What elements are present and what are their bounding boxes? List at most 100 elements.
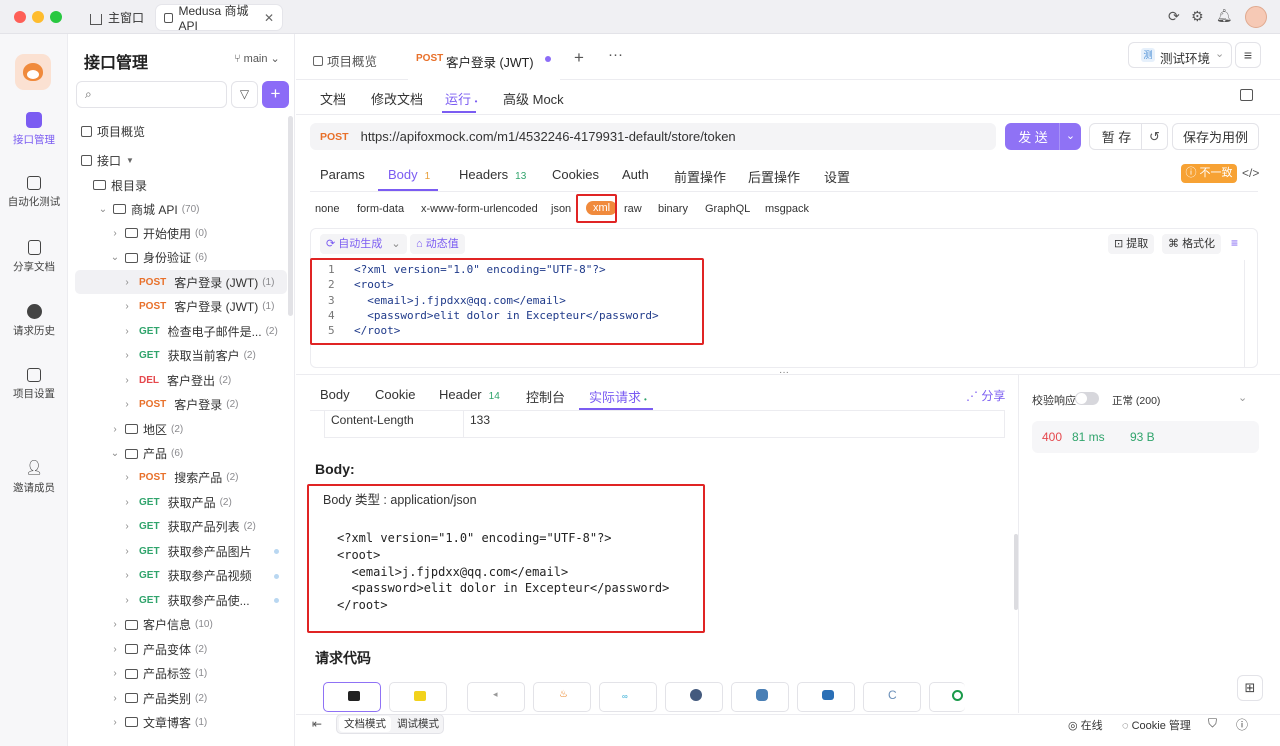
auto-generate-button[interactable]: ⟳ 自动生成 ⌄: [320, 234, 407, 254]
more-icon[interactable]: ···: [608, 46, 623, 63]
share-button[interactable]: ⋰ 分享: [966, 387, 1005, 404]
request-url[interactable]: https://apifoxmock.com/m1/4532246-417993…: [361, 129, 736, 144]
normal-status-label[interactable]: 正常 (200): [1112, 393, 1160, 408]
minimize-window-button[interactable]: [32, 11, 44, 23]
tree-folder[interactable]: › 文章博客 (1): [75, 710, 287, 734]
lang-shell[interactable]: [323, 682, 381, 712]
tab-active-request[interactable]: POST 客户登录 (JWT): [408, 43, 560, 80]
sidebar-item-interfaces[interactable]: 接口 ▼: [75, 148, 287, 172]
layout-toggle-icon[interactable]: [1240, 89, 1253, 101]
request-method[interactable]: POST: [320, 131, 349, 143]
param-tab-headers[interactable]: Headers 13: [459, 167, 526, 182]
subtab-run[interactable]: 运行 •: [445, 89, 477, 108]
debug-mode-button[interactable]: 调试模式: [393, 716, 443, 732]
extract-button[interactable]: ⊡ 提取: [1108, 234, 1155, 254]
tree-folder[interactable]: ⌄ 商城 API (70): [75, 197, 287, 221]
refresh-icon[interactable]: ⟳: [1168, 8, 1180, 25]
bell-icon[interactable]: 🔔︎: [1216, 8, 1233, 24]
lang-c[interactable]: [665, 682, 723, 712]
collapse-sidebar-icon[interactable]: ⇤: [312, 717, 322, 731]
sidebar-item-overview[interactable]: 项目概览: [75, 119, 287, 143]
env-selector[interactable]: 测 测试环境 ⌄: [1128, 42, 1232, 68]
tab-project-overview[interactable]: 项目概览: [313, 51, 377, 70]
send-button[interactable]: 发 送 ⌄: [1005, 123, 1081, 150]
send-dropdown-icon[interactable]: ⌄: [1059, 123, 1081, 150]
validate-toggle[interactable]: [1075, 392, 1099, 405]
add-button[interactable]: +: [262, 81, 289, 108]
branch-selector[interactable]: ⑂ main ⌄: [234, 52, 280, 65]
rail-item-api[interactable]: 接口管理: [0, 112, 68, 147]
param-tab-params[interactable]: Params: [320, 167, 365, 182]
tree-api-item[interactable]: › DEL 客户登出 (2): [75, 368, 287, 392]
rail-item-settings[interactable]: 项目设置: [0, 368, 68, 401]
filter-button[interactable]: ▽: [231, 81, 258, 108]
shirt-icon[interactable]: ⛉: [1208, 716, 1217, 731]
tree-folder[interactable]: ⌄ 身份验证 (6): [75, 246, 287, 270]
content-type-form-data[interactable]: form-data: [357, 203, 404, 215]
tree-api-item[interactable]: › POST 搜索产品 (2): [75, 466, 287, 490]
save-case-button[interactable]: 保存为用例: [1172, 123, 1259, 150]
close-icon[interactable]: ✕: [264, 11, 274, 25]
chevron-right-icon[interactable]: ›: [109, 644, 121, 655]
content-type-binary[interactable]: binary: [658, 203, 688, 215]
sidebar-scrollbar[interactable]: [288, 116, 293, 316]
rail-item-history[interactable]: 请求历史: [0, 304, 68, 338]
chevron-down-icon[interactable]: ⌄: [1238, 391, 1247, 404]
online-status[interactable]: ◎ 在线: [1068, 717, 1103, 733]
maximize-window-button[interactable]: [50, 11, 62, 23]
tree-api-item[interactable]: › GET 获取参产品使...: [75, 588, 287, 612]
save-draft-button[interactable]: 暂 存 ↺: [1089, 123, 1168, 150]
lang-php[interactable]: [797, 682, 855, 712]
chevron-right-icon[interactable]: ›: [109, 424, 121, 435]
project-logo[interactable]: [15, 54, 51, 90]
tree-api-item[interactable]: › POST 客户登录 (2): [75, 393, 287, 417]
param-tab-后置操作[interactable]: 后置操作: [748, 167, 800, 186]
tree-folder[interactable]: › 产品标签 (1): [75, 662, 287, 686]
chevron-right-icon[interactable]: ›: [109, 619, 121, 630]
param-tab-body[interactable]: Body 1: [388, 167, 430, 182]
lang-java[interactable]: ♨: [533, 682, 591, 712]
search-input[interactable]: ⌕: [76, 81, 227, 108]
response-tab-2[interactable]: Header 14: [439, 387, 500, 402]
tree-folder[interactable]: ⌄ 产品 (6): [75, 442, 287, 466]
response-tab-4[interactable]: 实际请求 •: [589, 387, 647, 406]
format-button[interactable]: ⌘ 格式化: [1162, 234, 1222, 254]
subtab-mock[interactable]: 高级 Mock: [503, 89, 564, 108]
layout-button[interactable]: ⊞: [1237, 675, 1263, 701]
tree-api-item[interactable]: › GET 获取产品列表 (2): [75, 515, 287, 539]
chevron-down-icon[interactable]: ⌄: [109, 448, 121, 459]
sidebar-item-root[interactable]: 根目录: [75, 173, 287, 197]
wrap-icon[interactable]: ≡: [1231, 236, 1238, 250]
tree-folder[interactable]: › 产品变体 (2): [75, 637, 287, 661]
chevron-right-icon[interactable]: ›: [109, 228, 121, 239]
lang-python[interactable]: [731, 682, 789, 712]
reset-icon[interactable]: ↺: [1141, 124, 1167, 149]
chevron-right-icon[interactable]: ›: [109, 717, 121, 728]
tree-api-item[interactable]: › GET 检查电子邮件是... (2): [75, 319, 287, 343]
response-tab-0[interactable]: Body: [320, 387, 350, 402]
cookie-manager[interactable]: ◌ Cookie 管理: [1122, 717, 1191, 733]
tree-folder[interactable]: › 产品类别 (2): [75, 686, 287, 710]
gear-icon[interactable]: ⚙: [1191, 8, 1204, 25]
lang-swift[interactable]: ◂: [467, 682, 525, 712]
new-tab-button[interactable]: +: [574, 48, 584, 68]
menu-button[interactable]: ≡: [1235, 42, 1261, 68]
param-tab-设置[interactable]: 设置: [824, 167, 850, 186]
chevron-down-icon[interactable]: ⌄: [109, 252, 121, 263]
param-tab-auth[interactable]: Auth: [622, 167, 649, 182]
doc-mode-button[interactable]: 文档模式: [339, 716, 391, 732]
chevron-right-icon[interactable]: ›: [109, 693, 121, 704]
url-bar[interactable]: POST https://apifoxmock.com/m1/4532246-4…: [310, 123, 996, 150]
help-icon[interactable]: ⓘ: [1236, 716, 1248, 733]
window-tab-home[interactable]: 主窗口: [82, 5, 152, 30]
tree-folder[interactable]: › 客户信息 (10): [75, 613, 287, 637]
content-type-raw[interactable]: raw: [624, 203, 642, 215]
mismatch-badge[interactable]: ⓘ 不一致: [1181, 164, 1237, 183]
lang-more[interactable]: [929, 682, 965, 712]
subtab-edit-doc[interactable]: 修改文档: [371, 89, 423, 108]
lang-js[interactable]: [389, 682, 447, 712]
rail-item-automation[interactable]: 自动化测试: [0, 176, 68, 209]
content-type-json[interactable]: json: [551, 203, 571, 215]
rail-item-invite[interactable]: 👤︎ 邀请成员: [0, 458, 68, 495]
subtab-doc[interactable]: 文档: [320, 89, 346, 108]
